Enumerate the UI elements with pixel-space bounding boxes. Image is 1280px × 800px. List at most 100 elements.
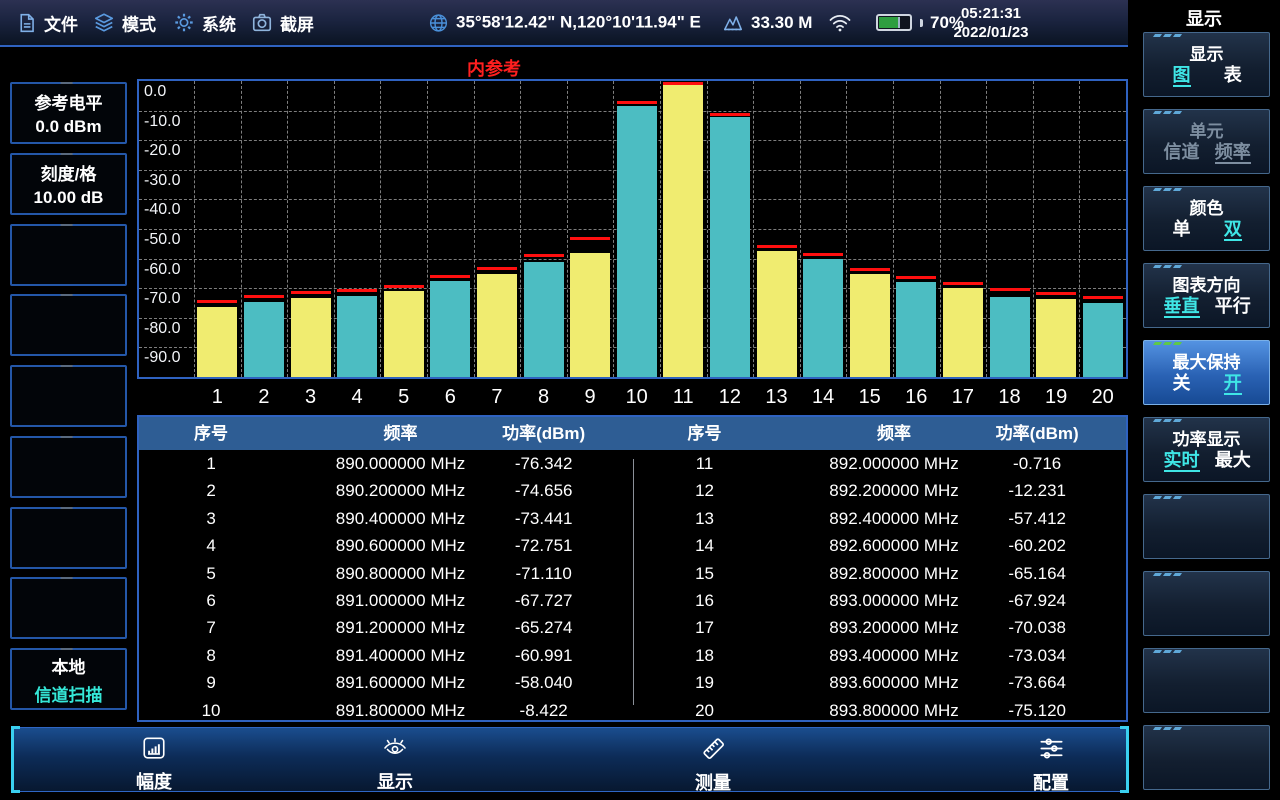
cell-index: 17 xyxy=(695,614,714,641)
box-notch xyxy=(60,82,72,84)
nav-display[interactable]: 显示 xyxy=(377,735,413,794)
gps-coordinates: 35°58'12.42" N,120°10'11.94" E xyxy=(456,13,701,33)
wifi-icon xyxy=(828,13,852,33)
softkey-value: 0.0 dBm xyxy=(35,117,101,137)
x-tick-label: 17 xyxy=(952,386,974,409)
x-gridline xyxy=(753,81,754,377)
softkey-功率显示[interactable]: 功率显示实时最大 xyxy=(1143,417,1270,482)
option-平行[interactable]: 平行 xyxy=(1215,296,1251,316)
menu-item-file[interactable]: 文件 xyxy=(16,10,78,35)
max-hold-marker xyxy=(663,82,703,85)
cell-index: 11 xyxy=(696,450,714,477)
corner-decoration xyxy=(1154,573,1181,576)
softkey-刻度/格[interactable]: 刻度/格10.00 dB xyxy=(10,153,127,215)
softkey-颜色[interactable]: 颜色单双 xyxy=(1143,186,1270,251)
cell-power: -0.716 xyxy=(1013,450,1061,477)
max-hold-marker xyxy=(896,276,936,279)
softkey-empty[interactable] xyxy=(10,577,127,639)
nav-config[interactable]: 配置 xyxy=(1033,735,1069,795)
channel-bar xyxy=(570,253,610,377)
col-header-power: 功率(dBm) xyxy=(996,417,1079,450)
x-tick-label: 13 xyxy=(765,386,787,409)
channel-bar xyxy=(1083,303,1123,377)
cell-power: -58.040 xyxy=(515,669,573,696)
option-单[interactable]: 单 xyxy=(1173,219,1191,239)
option-频率[interactable]: 频率 xyxy=(1215,142,1251,164)
nav-measure[interactable]: 测量 xyxy=(695,735,731,795)
menu-item-label: 文件 xyxy=(44,10,78,35)
softkey-empty[interactable] xyxy=(10,294,127,356)
softkey-显示[interactable]: 显示图 表 xyxy=(1143,32,1270,97)
softkey-empty[interactable] xyxy=(1143,725,1270,790)
y-tick-label: -90.0 xyxy=(144,349,180,367)
softkey-empty[interactable] xyxy=(1143,571,1270,636)
cell-index: 5 xyxy=(206,560,215,587)
softkey-参考电平[interactable]: 参考电平 0.0 dBm xyxy=(10,82,127,144)
option-信道[interactable]: 信道 xyxy=(1164,142,1200,162)
table-row: 11892.000000 MHz-0.716 xyxy=(633,450,1127,477)
softkey-单元[interactable]: 单元信道频率 xyxy=(1143,109,1270,174)
nav-label: 测量 xyxy=(695,769,731,795)
softkey-empty[interactable] xyxy=(10,507,127,569)
x-tick-label: 3 xyxy=(305,386,316,409)
table-row: 12892.200000 MHz-12.231 xyxy=(633,477,1127,504)
globe-icon xyxy=(428,12,449,33)
cell-power: -8.422 xyxy=(520,697,568,724)
y-tick-label: -40.0 xyxy=(144,201,180,219)
x-gridline xyxy=(287,81,288,377)
option-实时[interactable]: 实时 xyxy=(1164,450,1200,472)
nav-amplitude[interactable]: 幅度 xyxy=(136,735,172,794)
eye-icon xyxy=(381,735,409,761)
x-gridline xyxy=(194,81,195,377)
battery-tip xyxy=(920,19,923,27)
menu-item-system[interactable]: 系统 xyxy=(173,10,236,35)
cell-power: -76.342 xyxy=(515,450,573,477)
cell-frequency: 891.800000 MHz xyxy=(336,697,465,724)
max-hold-marker xyxy=(757,245,797,248)
softkey-empty[interactable] xyxy=(10,436,127,498)
cell-frequency: 892.800000 MHz xyxy=(829,560,958,587)
option-图[interactable]: 图 xyxy=(1173,65,1191,87)
cell-index: 2 xyxy=(206,477,215,504)
option-表[interactable]: 表 xyxy=(1224,65,1242,85)
softkey-title: 显示 xyxy=(1144,40,1269,65)
softkey-options: 实时最大 xyxy=(1144,450,1269,472)
option-最大[interactable]: 最大 xyxy=(1215,450,1251,470)
softkey-empty[interactable] xyxy=(1143,648,1270,713)
channel-bar xyxy=(710,117,750,377)
box-notch xyxy=(60,153,72,155)
channel-bar xyxy=(803,259,843,377)
option-关[interactable]: 关 xyxy=(1173,373,1191,393)
menu-item-mode[interactable]: 模式 xyxy=(93,10,156,35)
option-垂直[interactable]: 垂直 xyxy=(1164,296,1200,318)
channel-bar xyxy=(617,106,657,377)
ruler-icon xyxy=(700,735,727,762)
softkey-empty[interactable] xyxy=(10,224,127,286)
corner-decoration xyxy=(1154,342,1181,345)
cell-index: 19 xyxy=(695,669,714,696)
x-tick-label: 20 xyxy=(1092,386,1114,409)
option-开[interactable]: 开 xyxy=(1224,373,1242,395)
cell-frequency: 890.000000 MHz xyxy=(336,450,465,477)
cell-index: 9 xyxy=(206,669,215,696)
option-双[interactable]: 双 xyxy=(1224,219,1242,241)
menu-item-screenshot[interactable]: 截屏 xyxy=(251,10,314,35)
softkey-本地[interactable]: 本地信道扫描 xyxy=(10,648,127,710)
cell-index: 7 xyxy=(206,614,215,641)
softkey-empty[interactable] xyxy=(1143,494,1270,559)
sliders-icon xyxy=(1038,735,1065,762)
max-hold-marker xyxy=(1036,292,1076,295)
box-notch xyxy=(60,224,72,226)
table-row: 9891.600000 MHz-58.040 xyxy=(139,669,633,696)
channel-bar xyxy=(384,291,424,377)
softkey-options: 信道频率 xyxy=(1144,142,1269,164)
cell-frequency: 892.200000 MHz xyxy=(829,477,958,504)
softkey-最大保持[interactable]: 最大保持关开 xyxy=(1143,340,1270,405)
softkey-title: 参考电平 xyxy=(35,89,103,114)
channel-bar xyxy=(1036,299,1076,377)
softkey-options: 单双 xyxy=(1144,219,1269,241)
softkey-图表方向[interactable]: 图表方向垂直平行 xyxy=(1143,263,1270,328)
softkey-empty[interactable] xyxy=(10,365,127,427)
y-tick-label: -70.0 xyxy=(144,290,180,308)
cell-index: 8 xyxy=(206,642,215,669)
